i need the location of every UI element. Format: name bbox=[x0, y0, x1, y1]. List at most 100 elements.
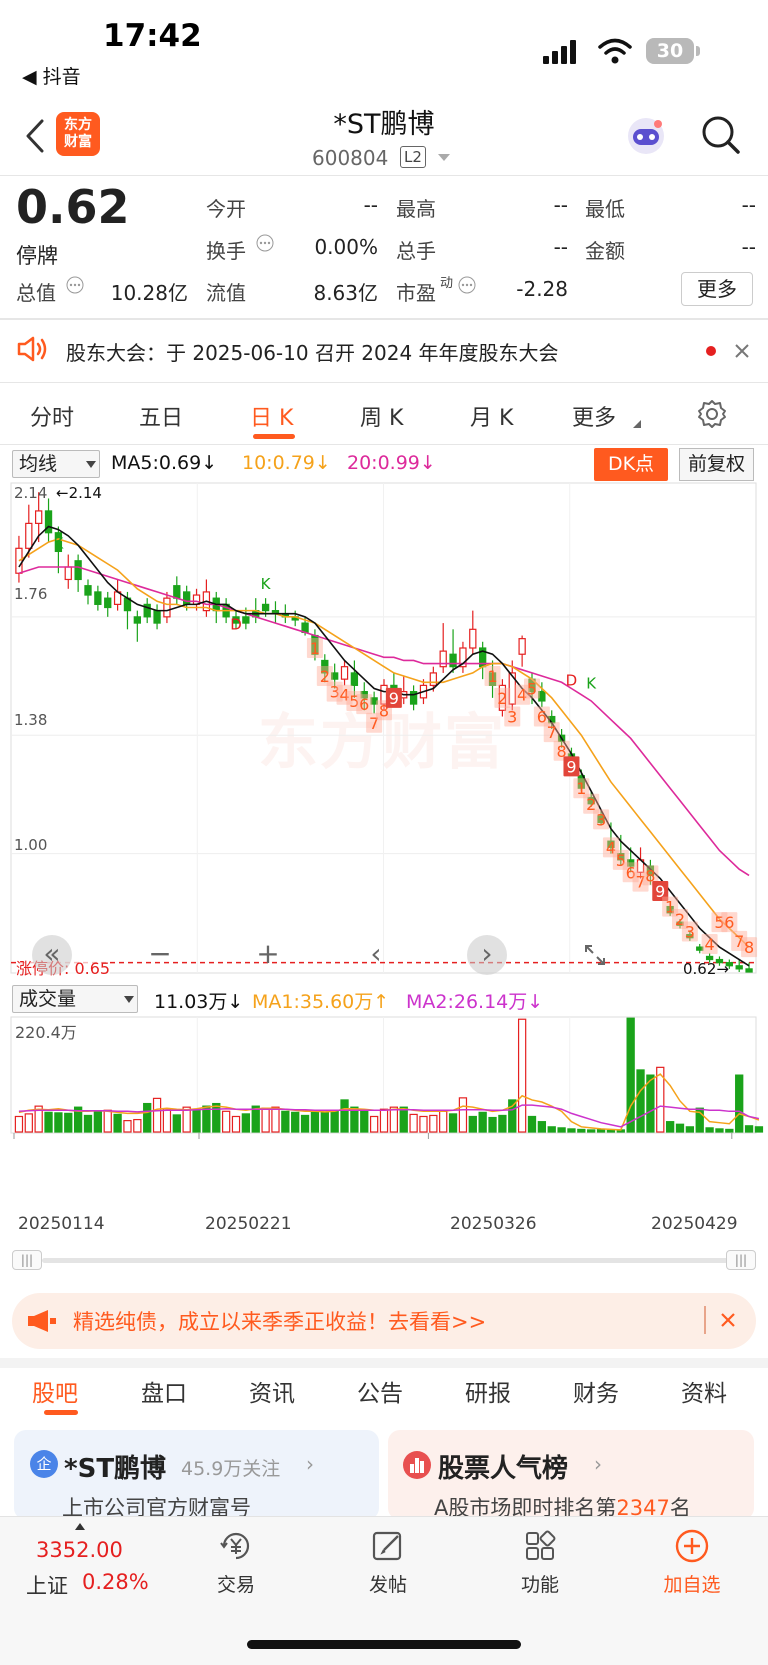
robot-assistant-icon[interactable] bbox=[624, 114, 668, 158]
tab-more[interactable]: 更多 bbox=[572, 400, 616, 432]
nav-add-watchlist[interactable]: 加自选 bbox=[642, 1570, 742, 1597]
volume-bar bbox=[212, 1102, 221, 1133]
high-label: 最高 bbox=[396, 197, 436, 221]
chevron-right-icon: › bbox=[306, 1452, 314, 1476]
pe-label: 市盈 bbox=[396, 281, 436, 305]
index-name[interactable]: 上证 bbox=[26, 1570, 68, 1600]
tab-profile[interactable]: 资料 bbox=[681, 1374, 727, 1408]
dk-point-button[interactable]: DK点 bbox=[594, 448, 668, 481]
info-dots-icon[interactable] bbox=[256, 234, 274, 252]
level2-badge[interactable]: L2 bbox=[400, 146, 426, 168]
volume-bar bbox=[103, 1109, 112, 1133]
battery-icon: 30 bbox=[646, 38, 694, 64]
tab-finance[interactable]: 财务 bbox=[573, 1374, 619, 1408]
scroll-start-button[interactable]: « bbox=[32, 935, 72, 975]
nine-turn-mark: 8 bbox=[744, 938, 754, 957]
volume-bar bbox=[54, 1112, 63, 1133]
nine-turn-mark: 9 bbox=[389, 689, 399, 708]
high-value: -- bbox=[553, 193, 568, 217]
stock-code: 600804 bbox=[312, 146, 389, 170]
candle bbox=[133, 610, 141, 642]
candle bbox=[212, 591, 220, 624]
nine-turn-mark: 6 bbox=[359, 695, 369, 714]
close-icon[interactable] bbox=[734, 343, 750, 359]
open-label: 今开 bbox=[206, 197, 246, 221]
tab-five-day[interactable]: 五日 bbox=[139, 400, 183, 432]
candle bbox=[409, 685, 418, 711]
add-watchlist-icon[interactable] bbox=[674, 1528, 710, 1564]
candle bbox=[271, 601, 280, 624]
index-change[interactable]: 0.28% bbox=[82, 1570, 149, 1594]
more-quote-button[interactable]: 更多 bbox=[681, 272, 753, 306]
candle bbox=[518, 635, 526, 667]
candle bbox=[153, 604, 161, 630]
close-icon[interactable] bbox=[720, 1312, 736, 1328]
nav-post[interactable]: 发帖 bbox=[338, 1570, 438, 1597]
volume-bar bbox=[152, 1097, 162, 1133]
market-cap-label: 总值 bbox=[16, 281, 56, 305]
wifi-icon bbox=[598, 38, 632, 64]
info-dots-icon[interactable] bbox=[66, 276, 84, 294]
compose-post-icon[interactable] bbox=[370, 1528, 406, 1564]
settings-gear-icon[interactable] bbox=[697, 399, 727, 429]
volume-bar bbox=[419, 1115, 428, 1133]
ma5-value: MA5:0.69↓ bbox=[111, 452, 218, 474]
trade-yen-icon[interactable] bbox=[218, 1528, 254, 1564]
kline-chart[interactable]: 123 4 5 67891234 56789123456 7 8912345 67 8KDKD K bbox=[0, 482, 768, 982]
status-time: 17:42 bbox=[103, 18, 202, 54]
notice-divider bbox=[0, 382, 768, 383]
range-handle-left[interactable]: ||| bbox=[12, 1250, 42, 1270]
volume-bar bbox=[685, 1126, 695, 1133]
search-icon[interactable] bbox=[700, 114, 742, 156]
volume-bar bbox=[498, 1114, 507, 1133]
tab-news[interactable]: 资讯 bbox=[249, 1374, 295, 1408]
dk-mark: K bbox=[53, 534, 64, 552]
volume-bar bbox=[665, 1121, 675, 1133]
chevron-down-icon[interactable] bbox=[437, 153, 451, 163]
volume-bar bbox=[113, 1113, 122, 1133]
nav-functions[interactable]: 功能 bbox=[490, 1570, 590, 1597]
tab-announcements[interactable]: 公告 bbox=[357, 1374, 403, 1408]
volume-chart[interactable] bbox=[0, 1016, 768, 1206]
volume-bar bbox=[192, 1108, 201, 1133]
low-label: 最低 bbox=[585, 197, 625, 221]
tab-research[interactable]: 研报 bbox=[465, 1374, 511, 1408]
nine-turn-mark: 2 bbox=[497, 689, 507, 708]
candle bbox=[143, 598, 151, 624]
corner-triangle-icon bbox=[633, 420, 641, 428]
fullscreen-icon[interactable] bbox=[583, 943, 607, 967]
notice-text[interactable]: 股东大会：于 2025-06-10 召开 2024 年年度股东大会 bbox=[66, 337, 559, 366]
range-scrollbar[interactable]: ||| ||| bbox=[12, 1250, 756, 1270]
tab-weekly-k[interactable]: 周 K bbox=[360, 400, 403, 432]
volume-bar bbox=[300, 1114, 310, 1133]
chevron-right-icon: › bbox=[594, 1452, 602, 1476]
index-value[interactable]: 3352.00 bbox=[36, 1538, 123, 1562]
volume-bar bbox=[725, 1128, 734, 1133]
range-handle-right[interactable]: ||| bbox=[726, 1250, 756, 1270]
adjust-button[interactable]: 前复权 bbox=[679, 448, 754, 481]
volume-indicator-select[interactable]: 成交量 bbox=[12, 985, 138, 1013]
volume-bar bbox=[735, 1074, 744, 1133]
info-dots-icon[interactable] bbox=[458, 276, 476, 294]
active-tab-underline bbox=[253, 434, 295, 439]
zoom-out-button[interactable]: − bbox=[140, 935, 180, 975]
functions-grid-icon[interactable] bbox=[522, 1528, 558, 1564]
x-label-4: 20250429 bbox=[651, 1214, 738, 1234]
scroll-left-button[interactable]: ‹ bbox=[356, 935, 396, 975]
volume-bar bbox=[291, 1111, 300, 1133]
back-to-app[interactable]: ◀ 抖音 bbox=[22, 62, 81, 89]
pe-dynamic-mark: 动 bbox=[440, 276, 454, 291]
scroll-right-button[interactable]: › bbox=[467, 935, 507, 975]
volume-bar bbox=[24, 1113, 33, 1133]
tab-intraday[interactable]: 分时 bbox=[30, 400, 74, 432]
volume-bar bbox=[517, 1018, 527, 1133]
x-label-3: 20250326 bbox=[450, 1214, 537, 1234]
tab-monthly-k[interactable]: 月 K bbox=[470, 400, 513, 432]
tab-pankou[interactable]: 盘口 bbox=[141, 1374, 187, 1408]
ad-text[interactable]: 精选纯债，成立以来季季正收益！去看看>> bbox=[73, 1306, 486, 1336]
dk-mark: K bbox=[261, 575, 272, 593]
nav-trade[interactable]: 交易 bbox=[186, 1570, 286, 1597]
zoom-in-button[interactable]: + bbox=[248, 935, 288, 975]
tab-daily-k[interactable]: 日 K bbox=[250, 400, 293, 432]
tab-guba[interactable]: 股吧 bbox=[32, 1374, 78, 1408]
